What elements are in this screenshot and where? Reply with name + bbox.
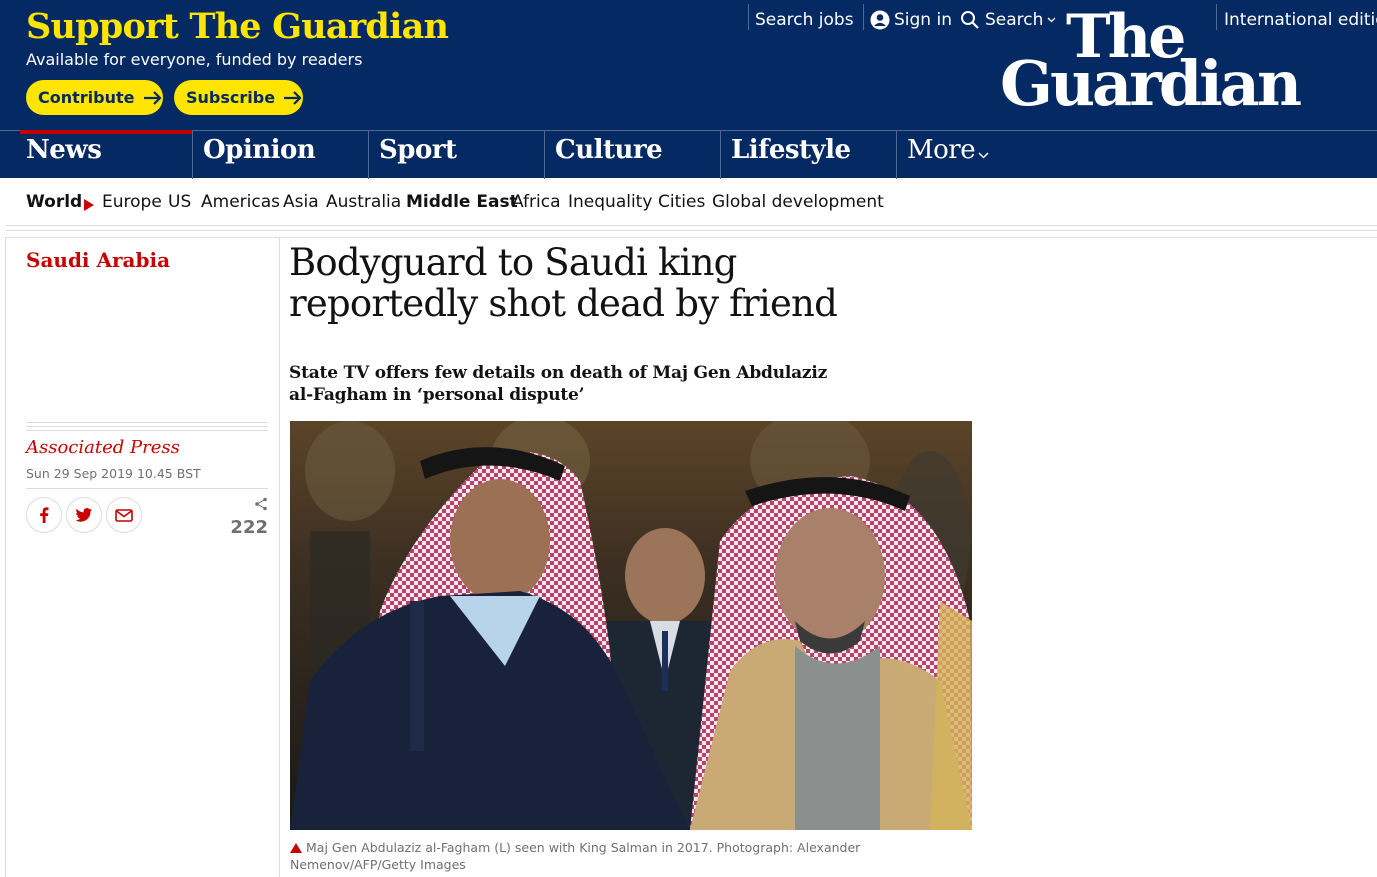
subnav-europe[interactable]: Europe (102, 192, 162, 212)
user-icon (870, 10, 890, 30)
subnav-global-development[interactable]: Global development (712, 192, 884, 212)
masthead: Support The Guardian Available for every… (0, 0, 1377, 179)
contribute-button[interactable]: Contribute (26, 80, 163, 115)
publish-date: Sun 29 Sep 2019 10.45 BST (26, 466, 201, 481)
subnav-us[interactable]: US (168, 192, 191, 212)
pillar-lifestyle[interactable]: Lifestyle (720, 131, 896, 179)
column-divider (279, 237, 280, 877)
email-icon (115, 508, 133, 522)
pillar-opinion[interactable]: Opinion (192, 131, 368, 179)
share-count: 222 (230, 496, 268, 538)
edition-switcher[interactable]: International edition (1224, 10, 1377, 30)
support-title[interactable]: Support The Guardian (26, 6, 449, 47)
share-email-button[interactable] (106, 497, 142, 533)
arrow-right-icon (143, 90, 163, 106)
search-icon (960, 10, 980, 30)
divider (6, 230, 1377, 231)
meta-divider (26, 488, 268, 489)
arrow-right-icon (283, 90, 303, 106)
share-facebook-button[interactable] (26, 497, 62, 533)
subnav-asia[interactable]: Asia (283, 192, 319, 212)
section-label[interactable]: Saudi Arabia (26, 248, 170, 272)
subnav-world[interactable]: World (26, 192, 82, 212)
pillar-more[interactable]: More (896, 131, 1016, 179)
facebook-icon (39, 507, 49, 523)
subnav-australia[interactable]: Australia (326, 192, 401, 212)
left-border (5, 237, 6, 877)
subnav-africa[interactable]: Africa (512, 192, 561, 212)
logo-line-2: Guardian (1000, 47, 1302, 120)
search-jobs-link[interactable]: Search jobs (755, 10, 854, 30)
divider (6, 225, 1377, 226)
twitter-icon (76, 508, 92, 522)
support-subtitle: Available for everyone, funded by reader… (26, 50, 363, 69)
sign-in-label: Sign in (894, 10, 952, 30)
pillar-sport[interactable]: Sport (368, 131, 544, 179)
share-icon (230, 496, 268, 515)
caption-text: Maj Gen Abdulaziz al-Fagham (L) seen wit… (290, 840, 861, 872)
divider (6, 237, 1377, 238)
subnav-middle-east[interactable]: Middle East (406, 192, 518, 212)
topnav-divider (863, 4, 864, 30)
chevron-down-icon (1047, 17, 1056, 23)
topnav-divider (748, 4, 749, 30)
article-standfirst: State TV offers few details on death of … (289, 363, 828, 405)
pillar-more-label: More (907, 135, 976, 165)
search-label: Search (985, 10, 1044, 30)
meta-rule (26, 422, 268, 434)
share-count-value: 222 (230, 517, 268, 538)
article-main-image[interactable] (290, 421, 972, 830)
subnav-cities[interactable]: Cities (658, 192, 705, 212)
sub-nav: World Europe US Americas Asia Australia … (0, 178, 1377, 226)
sign-in-link[interactable]: Sign in (870, 10, 952, 30)
subnav-americas[interactable]: Americas (201, 192, 280, 212)
article-headline: Bodyguard to Saudi king reportedly shot … (289, 241, 838, 325)
image-caption: Maj Gen Abdulaziz al-Fagham (L) seen wit… (290, 839, 970, 873)
subscribe-button[interactable]: Subscribe (174, 80, 303, 115)
contribute-label: Contribute (38, 88, 135, 107)
pillar-nav: News Opinion Sport Culture Lifestyle Mor… (0, 130, 1377, 179)
search-link[interactable]: Search (960, 10, 1056, 30)
pillar-culture[interactable]: Culture (544, 131, 720, 179)
pillar-news[interactable]: News (16, 130, 192, 179)
subnav-inequality[interactable]: Inequality (568, 192, 652, 212)
share-twitter-button[interactable] (66, 497, 102, 533)
topnav-divider (1216, 4, 1217, 30)
caption-triangle-icon (290, 843, 302, 853)
subscribe-label: Subscribe (186, 88, 276, 107)
subnav-arrow-icon (84, 196, 94, 215)
byline[interactable]: Associated Press (26, 437, 180, 458)
chevron-down-icon (978, 152, 989, 159)
